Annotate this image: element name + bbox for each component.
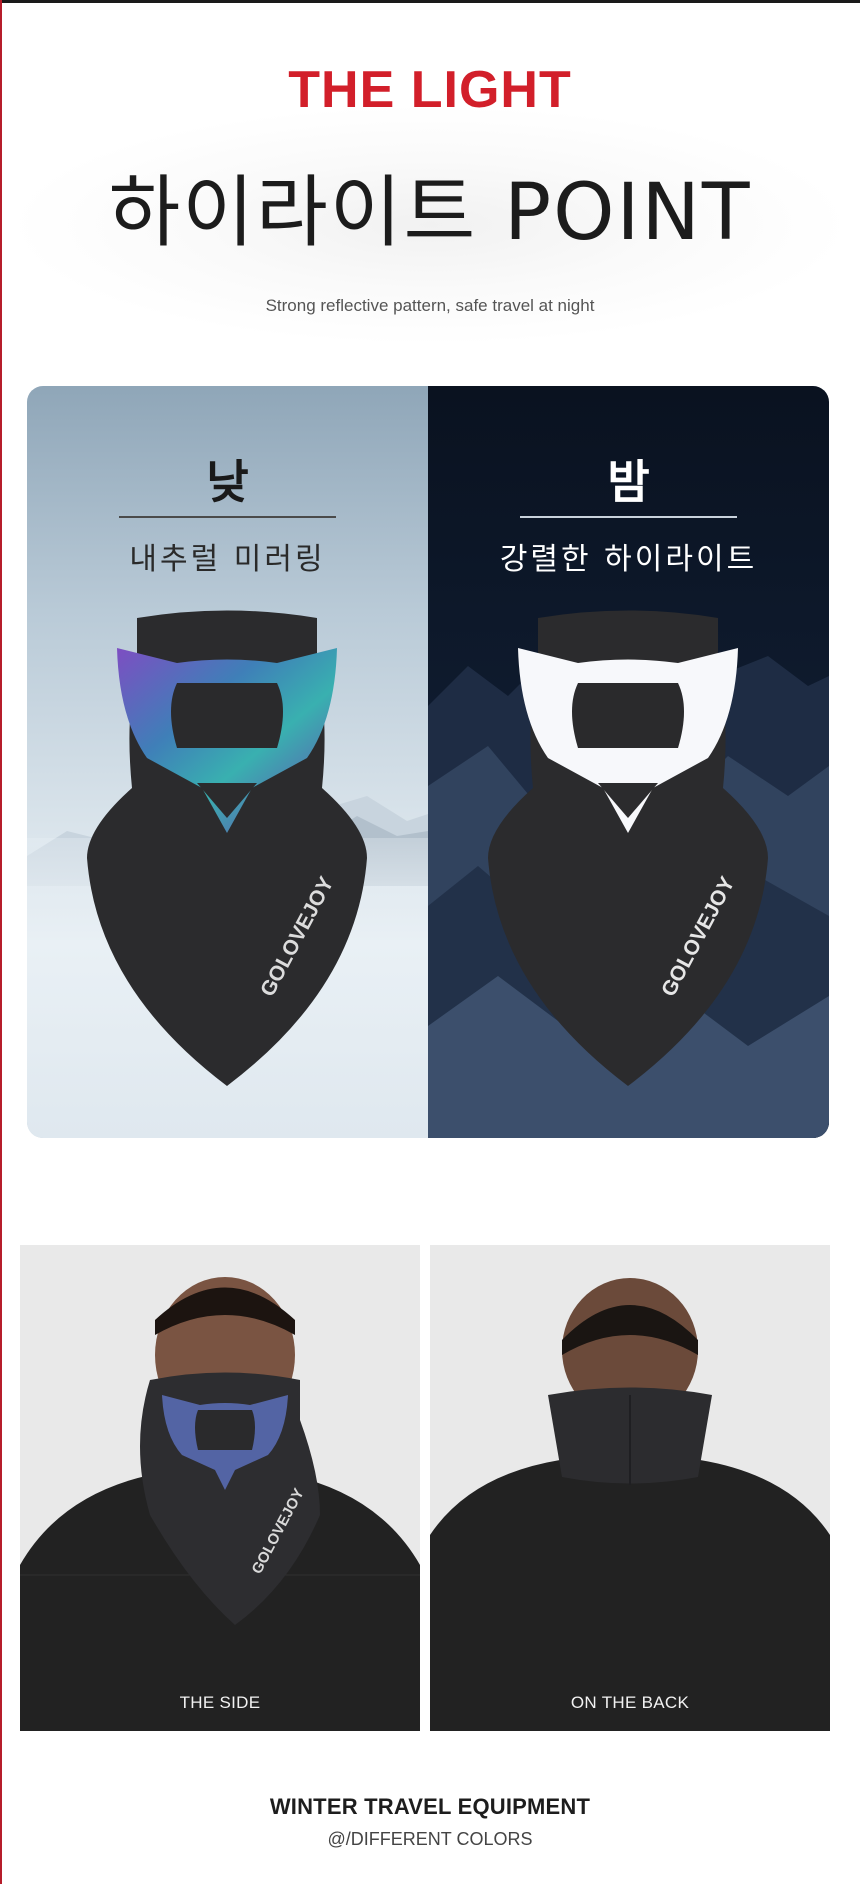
night-label: 밤 (607, 455, 650, 509)
left-edge-line (0, 0, 2, 1884)
day-night-comparison: 낮 내추럴 미러링 GOLOVEJOY 밤 강렬한 하이라이트 GOLOVEJO… (27, 386, 829, 1138)
night-divider (520, 516, 737, 518)
day-panel: 낮 내추럴 미러링 GOLOVEJOY (27, 386, 428, 1138)
day-divider (119, 516, 336, 518)
mask-day-image: GOLOVEJOY (87, 610, 367, 1086)
top-border (0, 0, 860, 3)
night-caption: 강렬한 하이라이트 (499, 542, 758, 577)
model-back-illustration (430, 1278, 830, 1731)
header-section: THE LIGHT 하이라이트 POINT Strong reflective … (0, 0, 860, 360)
header-subtitle: Strong reflective pattern, safe travel a… (265, 296, 595, 315)
side-view-photo: GOLOVEJOY THE SIDE (20, 1245, 420, 1731)
footer-title: WINTER TRAVEL EQUIPMENT (269, 1794, 591, 1819)
day-caption: 내추럴 미러링 (129, 542, 326, 577)
headline-highlight-point: 하이라이트 POINT (108, 168, 752, 258)
caption-side: THE SIDE (179, 1693, 261, 1712)
night-panel: 밤 강렬한 하이라이트 GOLOVEJOY (428, 386, 829, 1138)
footer-subtitle: @/DIFFERENT COLORS (327, 1829, 533, 1849)
back-view-photo: ON THE BACK (430, 1245, 830, 1731)
model-side-illustration: GOLOVEJOY (20, 1277, 420, 1731)
headline-the-light: THE LIGHT (288, 61, 572, 119)
mask-night-image: GOLOVEJOY (488, 610, 768, 1086)
day-label: 낮 (206, 455, 249, 509)
caption-back: ON THE BACK (570, 1693, 690, 1712)
